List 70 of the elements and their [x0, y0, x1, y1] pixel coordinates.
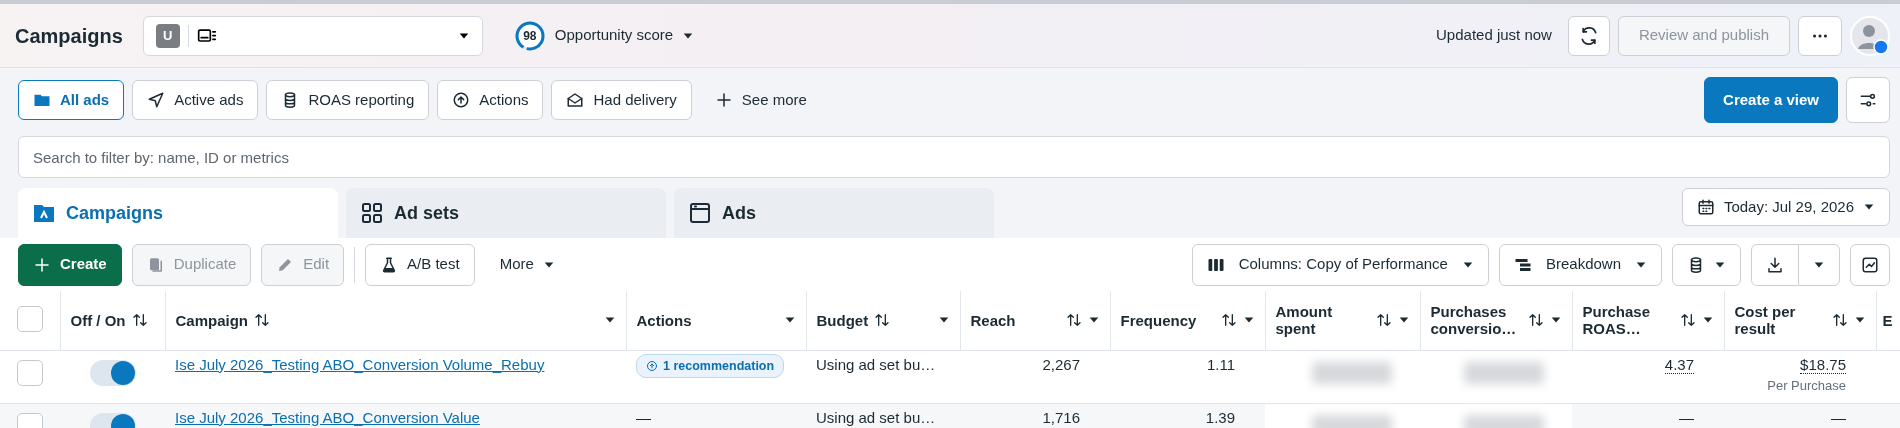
- arrow-up-circle-icon: [452, 91, 471, 109]
- date-range-button[interactable]: Today: Jul 29, 2026: [1681, 188, 1890, 226]
- column-header[interactable]: E: [1882, 311, 1893, 329]
- row-checkbox[interactable]: [17, 360, 43, 387]
- table-cell: Using ad set bu…: [816, 408, 936, 426]
- view-tab[interactable]: Actions: [437, 80, 544, 120]
- filter-settings-button[interactable]: [1846, 77, 1890, 123]
- toolbar-button[interactable]: More: [484, 243, 570, 286]
- opportunity-score-button[interactable]: 98 Opportunity score: [498, 15, 710, 56]
- campaign-name-link[interactable]: Ise July 2026_Testing ABO_Conversion Volume_Rebuy: [175, 355, 545, 373]
- table-cell: 2,267: [1042, 355, 1080, 373]
- column-header[interactable]: Budget: [816, 311, 869, 329]
- recommendation-badge[interactable]: 1 recommendation: [636, 353, 785, 379]
- level-tab[interactable]: Campaigns: [18, 188, 338, 238]
- view-tab[interactable]: ROAS reporting: [266, 80, 430, 120]
- view-tab[interactable]: All ads: [18, 80, 125, 120]
- column-header[interactable]: Amount spent: [1275, 303, 1370, 338]
- export-button[interactable]: [1751, 243, 1799, 286]
- score-ring: 98: [513, 19, 546, 52]
- paper-plane-icon: [147, 91, 166, 109]
- level-tab[interactable]: Ads: [674, 188, 994, 238]
- breakdown-button[interactable]: Breakdown: [1498, 243, 1662, 286]
- search-field[interactable]: Search to filter by: name, ID or metrics: [18, 136, 1890, 178]
- sliders-icon: [1859, 91, 1877, 109]
- columns-button[interactable]: Columns: Copy of Performance: [1191, 243, 1489, 286]
- profile-avatar-icon: [1850, 15, 1890, 56]
- table-cell: $18.75: [1800, 355, 1846, 374]
- on-off-toggle[interactable]: [89, 360, 136, 387]
- toolbar-button[interactable]: A/B test: [365, 243, 475, 286]
- column-header[interactable]: Campaign: [175, 311, 248, 329]
- cost-note: Per Purchase: [1766, 377, 1846, 395]
- view-tab[interactable]: Had delivery: [551, 80, 692, 120]
- table-cell: 1.39: [1205, 408, 1235, 426]
- column-header[interactable]: Cost per result: [1734, 303, 1826, 338]
- column-header[interactable]: Frequency: [1120, 311, 1215, 329]
- download-icon: [1766, 255, 1784, 274]
- charts-button[interactable]: [1850, 243, 1890, 286]
- toolbar-button[interactable]: Create: [18, 243, 122, 286]
- table-cell: Using ad set bu…: [816, 355, 936, 373]
- arrow-up-circle-icon: [646, 359, 658, 372]
- more-icon: [1813, 33, 1827, 38]
- create-view-button[interactable]: Create a view: [1704, 77, 1838, 123]
- account-selector[interactable]: U: [142, 15, 483, 56]
- chart-icon: [1861, 255, 1879, 274]
- account-avatar: U: [155, 23, 180, 48]
- column-header[interactable]: Purchase ROAS…: [1582, 303, 1674, 338]
- envelope-icon: [566, 91, 585, 109]
- table-cell: —: [636, 408, 651, 426]
- calendar-icon: [1696, 198, 1715, 216]
- table-cell: —: [1679, 408, 1694, 426]
- table-cell: 4.37: [1664, 355, 1694, 374]
- reports-button[interactable]: [1672, 243, 1741, 286]
- browser-window-icon: [688, 201, 712, 225]
- column-header[interactable]: Actions: [636, 311, 692, 329]
- column-header[interactable]: Off / On: [70, 311, 126, 329]
- page-title: Campaigns: [15, 23, 123, 49]
- table-cell: —: [1831, 408, 1846, 426]
- refresh-button[interactable]: [1567, 15, 1610, 56]
- grid-icon: [360, 201, 384, 225]
- plus-icon: [714, 91, 733, 109]
- see-more-button[interactable]: See more: [699, 80, 822, 120]
- column-header[interactable]: Purchases conversio…: [1430, 303, 1522, 338]
- table-cell: 1,716: [1042, 408, 1080, 426]
- column-header[interactable]: Reach: [970, 311, 1060, 329]
- update-status: Updated just now: [1436, 25, 1552, 46]
- table-cell: 1.11: [1206, 355, 1235, 373]
- view-tab[interactable]: Active ads: [132, 80, 259, 120]
- level-tab[interactable]: Ad sets: [346, 188, 666, 238]
- select-all-checkbox[interactable]: [16, 305, 43, 332]
- plus-icon: [33, 255, 51, 274]
